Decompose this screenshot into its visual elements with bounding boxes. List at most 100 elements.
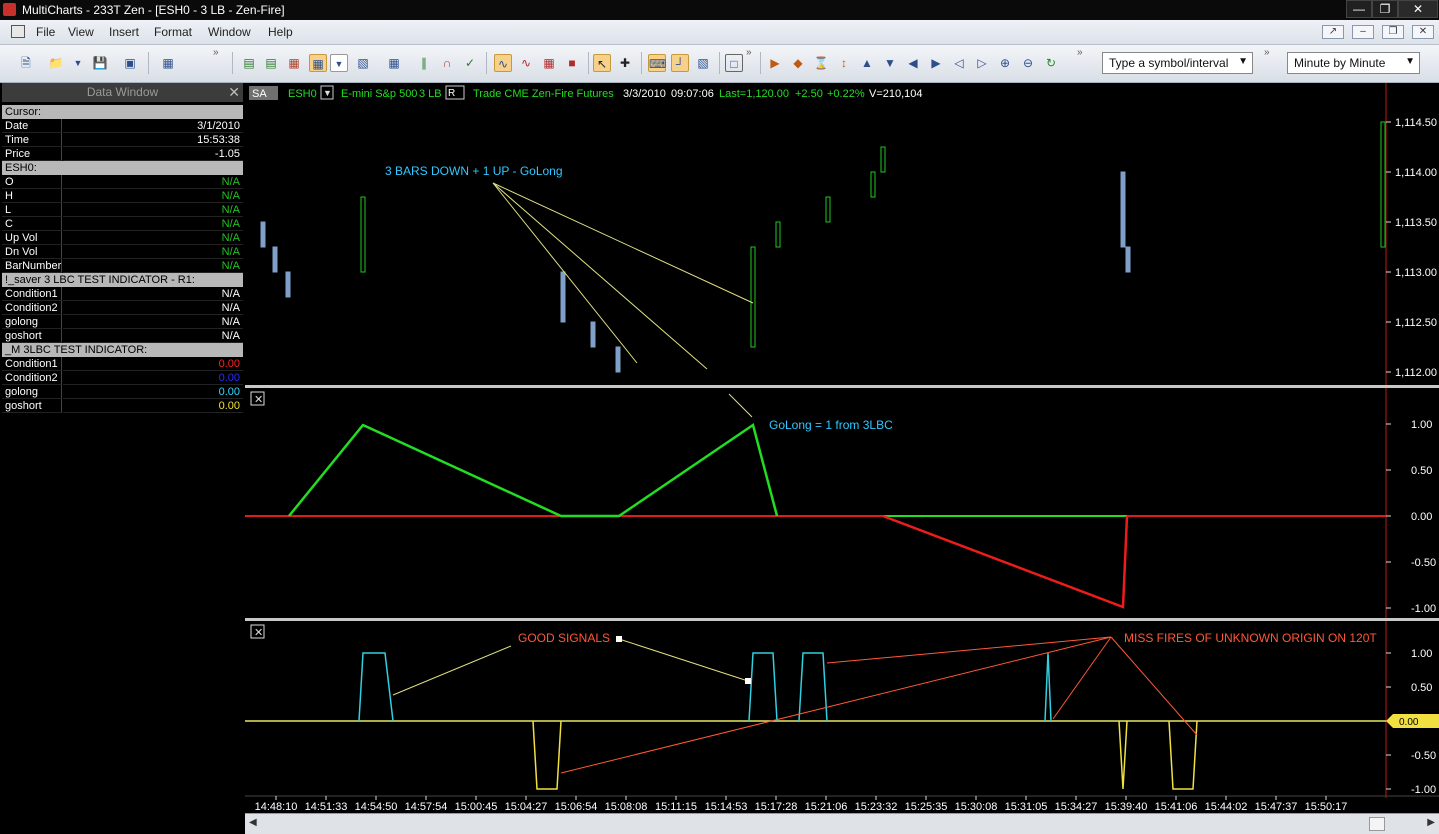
annotation-misfires[interactable]: MISS FIRES OF UNKNOWN ORIGIN ON 120T — [1124, 631, 1377, 645]
scrollbar-thumb[interactable] — [1369, 817, 1385, 831]
open-folder-icon[interactable]: 📁 — [47, 54, 65, 72]
down-brick[interactable] — [272, 246, 278, 273]
scroll-left-right-icon[interactable]: ◆ — [789, 54, 807, 72]
annotation-line[interactable] — [392, 645, 512, 696]
goshort-series-line[interactable] — [882, 514, 1129, 609]
chevron-down-icon[interactable]: ▼ — [1238, 56, 1248, 67]
open-dropdown-icon[interactable]: ▼ — [69, 54, 87, 72]
quote-manager-icon[interactable]: ▦ — [159, 54, 177, 72]
new-icon[interactable]: 🗎 — [17, 54, 35, 72]
save-icon[interactable]: 💾 — [91, 54, 109, 72]
chart-type-dropdown-icon[interactable]: ▼ — [330, 54, 348, 72]
chart-type-icon[interactable]: ▦ — [309, 54, 327, 72]
symbol-list-icon[interactable]: ▧ — [354, 54, 372, 72]
maximize-button[interactable]: ❐ — [1372, 0, 1398, 18]
scroll-left-arrow-icon[interactable]: ◀ — [249, 817, 257, 828]
chart-analysis-icon[interactable]: ▤ — [262, 54, 280, 72]
trendline[interactable] — [492, 182, 754, 304]
workspace-icon[interactable]: ▣ — [121, 54, 139, 72]
golong-series-line[interactable] — [288, 422, 779, 518]
chart-canvas[interactable]: SA ESH0 ▼ E-mini S&p 500 3 LB R Trade CM… — [245, 83, 1439, 813]
check-icon[interactable]: ✓ — [461, 54, 479, 72]
drawing-icon[interactable]: ■ — [563, 54, 581, 72]
chevron-down-icon[interactable]: ▼ — [1405, 56, 1415, 67]
close-icon[interactable]: ✕ — [228, 83, 240, 102]
trendline[interactable] — [728, 393, 753, 418]
candles-icon[interactable]: ∩ — [438, 54, 456, 72]
zoom-in-horizontal-icon[interactable]: ▷ — [973, 54, 991, 72]
scale-down-icon[interactable]: ▼ — [881, 54, 899, 72]
mdi-restore-popout-button[interactable]: ↗ — [1322, 25, 1344, 39]
scale-up-icon[interactable]: ▲ — [858, 54, 876, 72]
trendline[interactable] — [492, 182, 708, 370]
annotation-handle[interactable] — [616, 636, 622, 642]
pointer-icon[interactable]: ↖ — [593, 54, 611, 72]
refresh-icon[interactable]: ↻ — [1042, 54, 1060, 72]
up-brick[interactable] — [775, 221, 781, 248]
toolbar-overflow-icon-4[interactable]: » — [1264, 47, 1270, 58]
up-brick[interactable] — [360, 196, 366, 273]
down-brick[interactable] — [260, 221, 266, 248]
chart-window[interactable]: SA ESH0 ▼ E-mini S&p 500 3 LB R Trade CM… — [245, 83, 1439, 833]
panel-icon[interactable]: □ — [725, 54, 743, 72]
document-icon[interactable] — [11, 25, 25, 38]
menu-format[interactable]: Format — [154, 25, 192, 39]
zoom-out-icon[interactable]: ⊖ — [1019, 54, 1037, 72]
mdi-minimize-button[interactable]: – — [1352, 25, 1374, 39]
scroll-start-icon[interactable]: ▶ — [766, 54, 784, 72]
mdi-close-button[interactable]: ✕ — [1412, 25, 1434, 39]
zoom-out-horizontal-icon[interactable]: ◁ — [950, 54, 968, 72]
panel-separator[interactable] — [245, 385, 1439, 388]
trendline[interactable] — [492, 182, 638, 364]
down-brick[interactable] — [285, 271, 291, 298]
indicator-icon[interactable]: ∿ — [494, 54, 512, 72]
menu-window[interactable]: Window — [208, 25, 251, 39]
new-chart-icon[interactable]: ▤ — [240, 54, 258, 72]
panel-separator[interactable] — [245, 618, 1439, 621]
toolbar-overflow-icon[interactable]: » — [213, 47, 219, 58]
up-brick[interactable] — [750, 246, 756, 348]
interval-select[interactable]: Minute by Minute ▼ — [1287, 52, 1420, 74]
up-brick[interactable] — [870, 171, 876, 198]
down-brick[interactable] — [615, 346, 621, 373]
bar-chart-icon[interactable]: ∥ — [415, 54, 433, 72]
down-brick[interactable] — [1125, 246, 1131, 273]
menu-view[interactable]: View — [68, 25, 94, 39]
up-brick[interactable] — [1380, 121, 1386, 248]
down-brick[interactable] — [590, 321, 596, 348]
strategy-icon[interactable]: ▦ — [540, 54, 558, 72]
horizontal-scrollbar[interactable]: ◀ ▶ — [245, 813, 1439, 834]
hourglass-icon[interactable]: ⌛ — [812, 54, 830, 72]
annotation-golong[interactable]: 3 BARS DOWN + 1 UP - GoLong — [385, 164, 563, 178]
signal-icon[interactable]: ∿ — [517, 54, 535, 72]
menu-insert[interactable]: Insert — [109, 25, 139, 39]
scanner-icon[interactable]: ▦ — [285, 54, 303, 72]
up-brick[interactable] — [825, 196, 831, 223]
scroll-left-icon[interactable]: ◀ — [904, 54, 922, 72]
minimize-button[interactable]: — — [1346, 0, 1372, 18]
close-button[interactable]: ✕ — [1398, 0, 1438, 18]
annotation-line[interactable] — [618, 638, 749, 682]
order-icon[interactable]: ▧ — [694, 54, 712, 72]
scroll-right-arrow-icon[interactable]: ▶ — [1427, 817, 1435, 828]
down-brick[interactable] — [1120, 171, 1126, 248]
mdi-restore-button[interactable]: ❐ — [1382, 25, 1404, 39]
misfire-lines[interactable] — [560, 636, 1198, 774]
annotation-golong-3lbc[interactable]: GoLong = 1 from 3LBC — [769, 418, 893, 432]
comment-icon[interactable]: ⌨ — [648, 54, 666, 72]
annotation-good-signals[interactable]: GOOD SIGNALS — [518, 631, 610, 645]
expand-vertical-icon[interactable]: ↕ — [835, 54, 853, 72]
menu-help[interactable]: Help — [268, 25, 293, 39]
toolbar-overflow-icon-3[interactable]: » — [1077, 47, 1083, 58]
toolbar-overflow-icon-2[interactable]: » — [746, 47, 752, 58]
symbol-input[interactable]: Type a symbol/interval ▼ — [1102, 52, 1253, 74]
annotation-handle[interactable] — [745, 678, 751, 684]
up-brick[interactable] — [880, 146, 886, 173]
down-brick[interactable] — [560, 271, 566, 323]
zoom-in-icon[interactable]: ⊕ — [996, 54, 1014, 72]
line-tool-icon[interactable]: ┘ — [671, 54, 689, 72]
crosshair-icon[interactable]: ✚ — [616, 54, 634, 72]
scroll-right-icon[interactable]: ▶ — [927, 54, 945, 72]
format-icon[interactable]: ▦ — [385, 54, 403, 72]
menu-file[interactable]: File — [36, 25, 55, 39]
